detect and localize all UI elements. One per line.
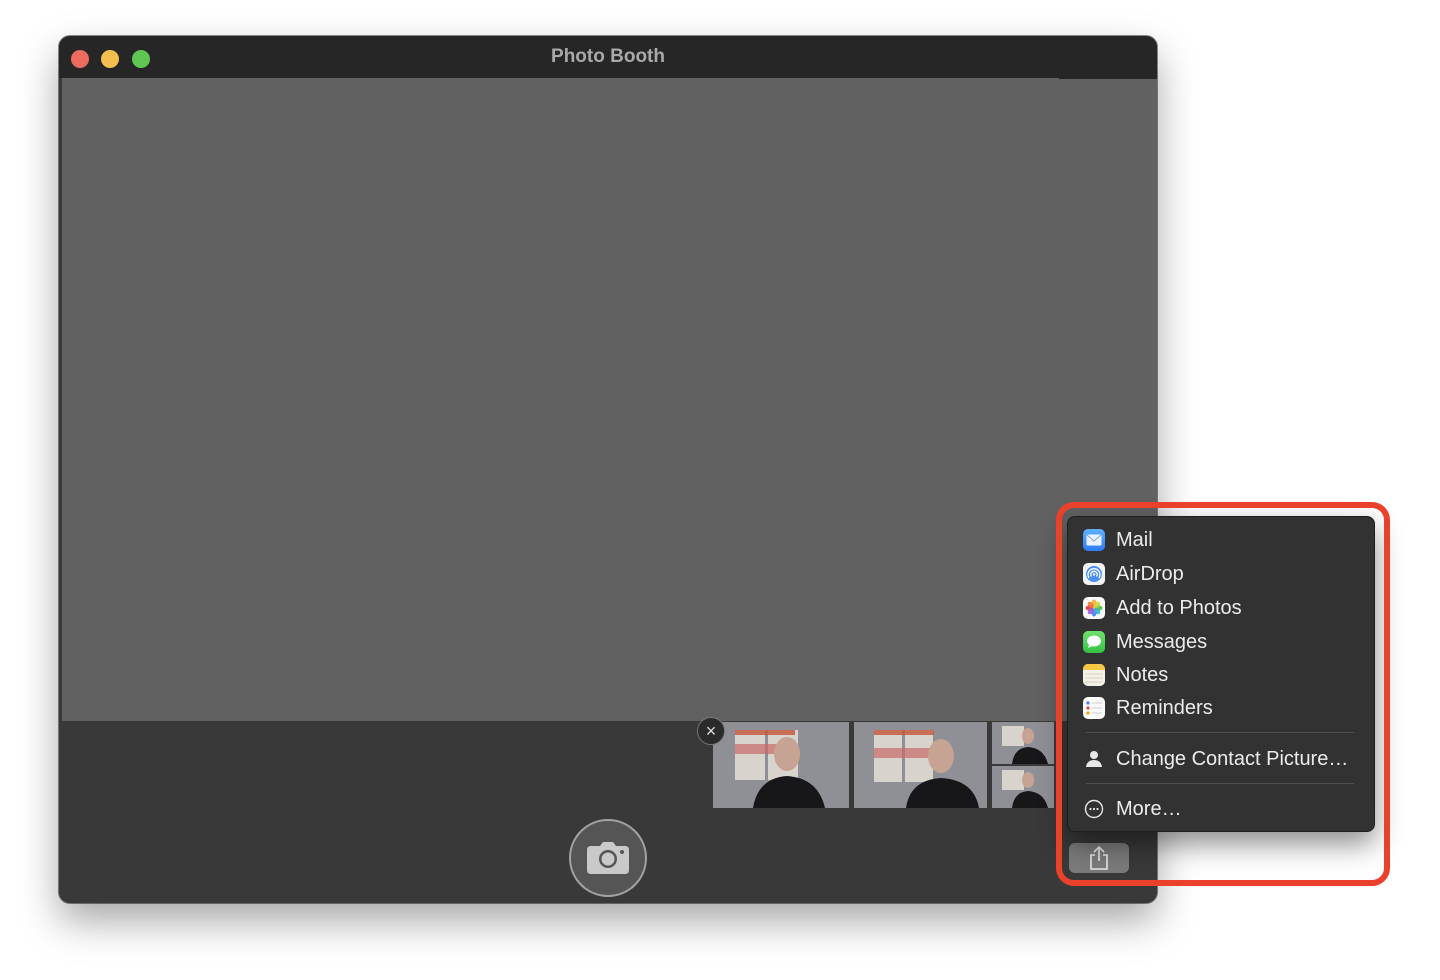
photo-booth-window: Photo Booth × bbox=[59, 36, 1157, 903]
annotation-highlight bbox=[1056, 502, 1390, 886]
delete-photo-button[interactable]: × bbox=[697, 717, 725, 745]
camera-icon bbox=[587, 842, 629, 874]
photo-image bbox=[854, 722, 987, 808]
window-title: Photo Booth bbox=[551, 46, 665, 67]
take-photo-button[interactable] bbox=[569, 819, 647, 897]
camera-preview bbox=[62, 78, 1059, 721]
thumbnail-photo-3[interactable] bbox=[992, 722, 1054, 808]
close-icon: × bbox=[705, 721, 717, 741]
photo-image bbox=[713, 722, 849, 808]
thumbnail-photo-2[interactable] bbox=[854, 722, 987, 808]
photo-image bbox=[992, 722, 1054, 808]
title-bar: Photo Booth bbox=[59, 36, 1157, 78]
thumbnail-photo-1[interactable] bbox=[713, 722, 849, 808]
